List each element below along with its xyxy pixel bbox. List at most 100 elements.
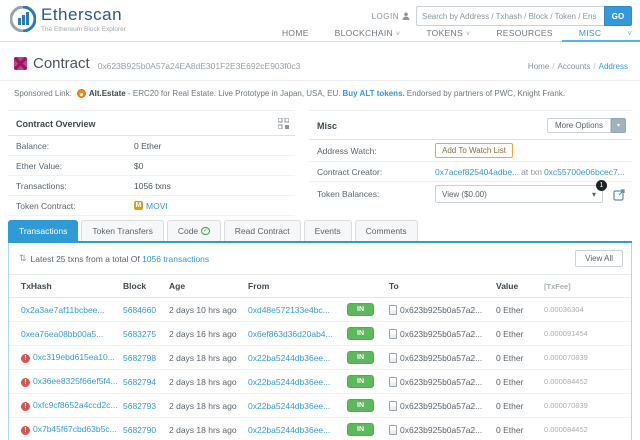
address-identicon: [14, 57, 27, 70]
value-cell: 0 Ether: [494, 321, 542, 346]
breadcrumb-separator: /: [593, 62, 596, 71]
block-link[interactable]: 5682793: [123, 401, 156, 411]
token-holdings-expand-icon[interactable]: [613, 188, 626, 201]
table-row: ! 0xc319ebd615ea10... 5682798 2 days 18 hrs…: [9, 345, 631, 370]
from-address-link[interactable]: 0x22ba5244db36ee...: [248, 377, 330, 387]
search-input[interactable]: [416, 6, 604, 26]
from-address-link[interactable]: 0xd48e572133e4bc...: [248, 305, 330, 315]
login-link[interactable]: LOGIN: [372, 12, 410, 21]
search-go-button[interactable]: GO: [604, 6, 632, 26]
txhash-link[interactable]: 0x7b45f67cbd63b5c...: [33, 424, 117, 434]
nav-misc[interactable]: MISC: [579, 28, 601, 38]
qr-code-icon[interactable]: [278, 118, 289, 129]
chevron-down-icon: ▾: [591, 189, 596, 199]
failed-tx-icon: !: [21, 354, 30, 363]
creator-middle-text: at txn: [521, 166, 542, 177]
block-link[interactable]: 5683275: [123, 329, 156, 339]
from-address-link[interactable]: 0x6ef863d36d20ab4...: [248, 329, 333, 339]
txhash-link[interactable]: 0xea76ea08bb00a5...: [21, 329, 103, 339]
more-options-label: More Options: [546, 118, 611, 133]
tab-events[interactable]: Events: [303, 220, 352, 241]
tx-count-link[interactable]: 1056 transactions: [142, 254, 209, 264]
address-watch-row: Address Watch: Add To Watch List: [309, 140, 632, 162]
failed-tx-icon: !: [21, 378, 30, 387]
alt-estate-icon: [76, 89, 86, 98]
breadcrumb-address[interactable]: Address: [599, 62, 628, 71]
token-count-badge: 1: [596, 180, 607, 191]
age-cell: 2 days 18 hrs ago: [167, 345, 246, 370]
ether-value-row: Ether Value: $0: [8, 156, 295, 176]
site-header: Etherscan The Ethereum Block Explorer LO…: [0, 0, 640, 42]
txhash-link[interactable]: 0x2a3ae7af11bcbee...: [21, 305, 105, 315]
transactions-label: Transactions:: [16, 180, 67, 191]
creator-address-link[interactable]: 0x7acef825404adbe...: [435, 167, 519, 177]
balance-row: Balance: 0 Ether: [8, 136, 295, 156]
txfee-cell: 0.000070839: [542, 345, 631, 370]
from-address-link[interactable]: 0x22ba5244db36ee...: [248, 401, 330, 411]
block-link[interactable]: 5682794: [123, 377, 156, 387]
tab-token-transfers[interactable]: Token Transfers: [81, 220, 164, 241]
token-contract-label: Token Contract:: [16, 200, 76, 211]
block-link[interactable]: 5682798: [123, 353, 156, 363]
tab-comments[interactable]: Comments: [354, 220, 418, 241]
contract-address: 0x623B925b0A57a24EA8dE301F2E3E692cE903f0…: [97, 60, 301, 71]
txhash-link[interactable]: 0xfc9cf8652a4ccd2c...: [33, 400, 118, 410]
more-options-button[interactable]: More Options ▾: [546, 118, 626, 133]
tab-read-contract[interactable]: Read Contract: [223, 220, 301, 241]
verified-check-icon: [201, 225, 210, 234]
tab-code[interactable]: Code: [166, 220, 221, 241]
txfee-cell: 0.000084452: [542, 369, 631, 394]
to-address-link[interactable]: 0x623b925b0a57a2...: [400, 377, 482, 387]
to-address-link[interactable]: 0x623b925b0a57a2...: [400, 329, 482, 339]
etherscan-logo[interactable]: Etherscan The Ethereum Block Explorer: [10, 5, 126, 33]
brand-name: Etherscan: [41, 5, 123, 24]
tab-code-label: Code: [177, 226, 199, 236]
chevron-down-icon: [393, 28, 400, 38]
token-balances-dropdown[interactable]: View ($0.00) ▾ 1: [435, 180, 607, 203]
from-address-link[interactable]: 0x22ba5244db36ee...: [248, 425, 330, 435]
age-cell: 2 days 18 hrs ago: [167, 369, 246, 394]
view-all-button[interactable]: View All: [575, 250, 623, 267]
txhash-link[interactable]: 0x36ee8325f66ef5f4...: [33, 376, 118, 386]
add-to-watch-list-button[interactable]: Add To Watch List: [435, 143, 514, 158]
nav-resources[interactable]: RESOURCES: [496, 28, 553, 38]
breadcrumb-accounts[interactable]: Accounts: [558, 62, 591, 71]
sort-icon[interactable]: ⇅: [19, 253, 27, 264]
to-address-link[interactable]: 0x623b925b0a57a2...: [400, 353, 482, 363]
block-link[interactable]: 5684660: [123, 305, 156, 315]
direction-in-badge: IN: [347, 375, 374, 388]
value-cell: 0 Ether: [494, 297, 542, 322]
to-address-link[interactable]: 0x623b925b0a57a2...: [400, 401, 482, 411]
nav-tokens[interactable]: TOKENS: [426, 28, 470, 38]
buy-alt-tokens-link[interactable]: Buy ALT tokens.: [343, 89, 405, 98]
table-header-row: TxHash Block Age From To Value [TxFee]: [9, 275, 631, 298]
tab-transactions[interactable]: Transactions: [8, 220, 79, 241]
login-label: LOGIN: [371, 11, 399, 21]
breadcrumb-home[interactable]: Home: [528, 62, 549, 71]
brand-tagline: The Ethereum Block Explorer: [41, 26, 126, 33]
age-cell: 2 days 18 hrs ago: [167, 393, 246, 418]
txfee-cell: 0.000070839: [542, 393, 631, 418]
creator-txn-link[interactable]: 0xc55700e06bcec7...: [544, 167, 625, 177]
age-cell: 2 days 16 hrs ago: [167, 321, 246, 346]
to-address-link[interactable]: 0x623b925b0a57a2...: [400, 425, 482, 435]
from-address-link[interactable]: 0x22ba5244db36ee...: [248, 353, 330, 363]
movi-token-link[interactable]: MOVI: [146, 201, 168, 211]
nav-home[interactable]: HOME: [282, 28, 309, 38]
nav-blockchain[interactable]: BLOCKCHAIN: [335, 28, 401, 38]
to-address-link[interactable]: 0x623b925b0a57a2...: [400, 305, 482, 315]
sponsor-text-after: Endorsed by partners of PWC, Knight Fran…: [406, 89, 566, 98]
user-icon: [402, 12, 410, 20]
chevron-down-icon[interactable]: ▾: [610, 118, 626, 133]
sponsored-label: Sponsored Link:: [14, 89, 72, 98]
block-link[interactable]: 5682790: [123, 425, 156, 435]
overview-title: Contract Overview: [16, 118, 96, 129]
chevron-down-icon[interactable]: ˅: [627, 29, 632, 38]
page-title-row: Contract 0x623B925b0A57a24EA8dE301F2E3E6…: [0, 42, 640, 80]
ether-value-label: Ether Value:: [16, 160, 63, 171]
direction-in-badge: IN: [347, 327, 374, 340]
txhash-link[interactable]: 0xc319ebd615ea10...: [33, 352, 115, 362]
contract-doc-icon: [389, 400, 397, 411]
token-balances-value: View ($0.00): [442, 189, 487, 199]
nav-blockchain-label: BLOCKCHAIN: [334, 28, 393, 38]
